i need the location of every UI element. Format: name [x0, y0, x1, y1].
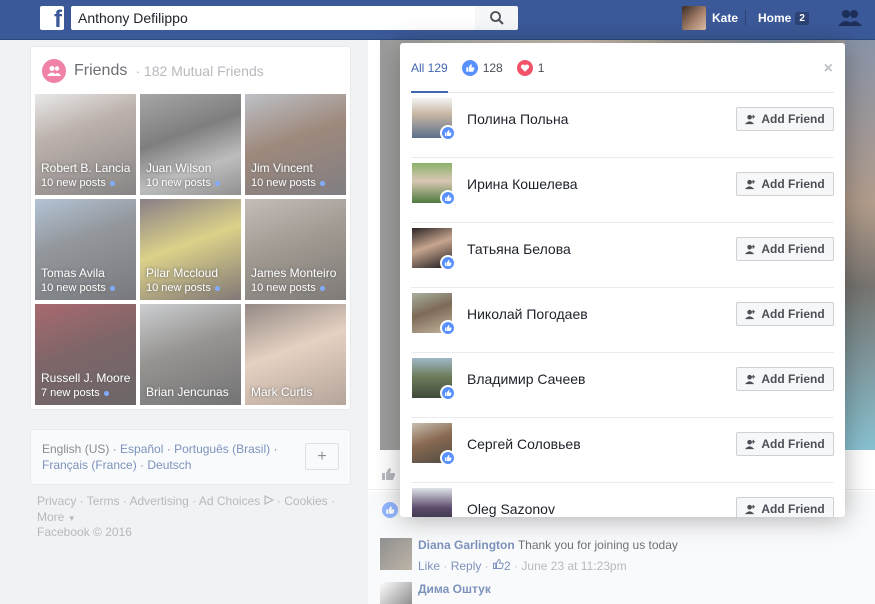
- close-icon[interactable]: ×: [824, 60, 833, 78]
- person-name[interactable]: Полина Польна: [467, 111, 568, 127]
- person-name[interactable]: Николай Погодаев: [467, 306, 588, 322]
- add-friend-label: Add Friend: [761, 502, 825, 516]
- tab-love[interactable]: 1: [516, 43, 545, 93]
- search-input[interactable]: [71, 6, 475, 30]
- like-badge-icon: [440, 190, 456, 206]
- add-friend-icon: [745, 374, 756, 384]
- add-friend-button[interactable]: Add Friend: [736, 497, 834, 517]
- like-badge-icon: [440, 450, 456, 466]
- person-name[interactable]: Владимир Сачеев: [467, 371, 585, 387]
- add-friend-button[interactable]: Add Friend: [736, 432, 834, 456]
- add-friend-label: Add Friend: [761, 177, 825, 191]
- home-link[interactable]: Home 2: [758, 6, 809, 30]
- avatar[interactable]: [412, 488, 452, 517]
- list-item: Татьяна Белова Add Friend: [411, 223, 834, 288]
- add-friend-label: Add Friend: [761, 112, 825, 126]
- tab-all-label: All 129: [411, 60, 448, 75]
- facebook-logo-icon[interactable]: f: [40, 6, 64, 30]
- home-label: Home: [758, 11, 792, 25]
- add-friend-button[interactable]: Add Friend: [736, 367, 834, 391]
- tab-like[interactable]: 128: [461, 43, 503, 93]
- like-badge-icon: [440, 255, 456, 271]
- person-name[interactable]: Сергей Соловьев: [467, 436, 581, 452]
- add-friend-button[interactable]: Add Friend: [736, 237, 834, 261]
- like-badge-icon: [440, 125, 456, 141]
- reactions-list: Полина Польна Add Friend Ирина Кошелева …: [411, 93, 834, 517]
- love-reaction-icon: [516, 59, 533, 76]
- add-friend-label: Add Friend: [761, 372, 825, 386]
- list-item: Ирина Кошелева Add Friend: [411, 158, 834, 223]
- like-badge-icon: [440, 385, 456, 401]
- reactions-dialog: All 129 128 1 × Полина Польна Add Friend…: [400, 43, 845, 517]
- like-reaction-icon: [461, 59, 478, 76]
- add-friend-icon: [745, 439, 756, 449]
- top-navigation-bar: f Kate Home 2: [0, 0, 875, 40]
- add-friend-button[interactable]: Add Friend: [736, 172, 834, 196]
- list-item: Oleg Sazonov Add Friend: [411, 483, 834, 517]
- add-friend-icon: [745, 114, 756, 124]
- tab-all[interactable]: All 129: [411, 43, 448, 93]
- list-item: Владимир Сачеев Add Friend: [411, 353, 834, 418]
- add-friend-icon: [745, 309, 756, 319]
- list-item: Сергей Соловьев Add Friend: [411, 418, 834, 483]
- avatar: [682, 6, 706, 30]
- list-item: Николай Погодаев Add Friend: [411, 288, 834, 353]
- tab-like-count: 128: [482, 60, 503, 75]
- friend-requests-icon[interactable]: [838, 8, 862, 28]
- like-badge-icon: [440, 320, 456, 336]
- add-friend-icon: [745, 504, 756, 514]
- add-friend-label: Add Friend: [761, 437, 825, 451]
- add-friend-button[interactable]: Add Friend: [736, 107, 834, 131]
- profile-name: Kate: [712, 11, 739, 25]
- list-item: Полина Польна Add Friend: [411, 93, 834, 158]
- tab-love-count: 1: [537, 60, 545, 75]
- add-friend-button[interactable]: Add Friend: [736, 302, 834, 326]
- search-button[interactable]: [475, 6, 518, 30]
- profile-link[interactable]: Kate: [682, 6, 738, 30]
- add-friend-label: Add Friend: [761, 242, 825, 256]
- add-friend-label: Add Friend: [761, 307, 825, 321]
- home-count-badge: 2: [795, 11, 809, 25]
- add-friend-icon: [745, 244, 756, 254]
- nav-divider: [745, 10, 746, 26]
- person-name[interactable]: Oleg Sazonov: [467, 501, 555, 517]
- search-icon: [489, 11, 504, 25]
- person-name[interactable]: Ирина Кошелева: [467, 176, 578, 192]
- add-friend-icon: [745, 179, 756, 189]
- person-name[interactable]: Татьяна Белова: [467, 241, 571, 257]
- reaction-tabs: All 129 128 1: [411, 43, 834, 93]
